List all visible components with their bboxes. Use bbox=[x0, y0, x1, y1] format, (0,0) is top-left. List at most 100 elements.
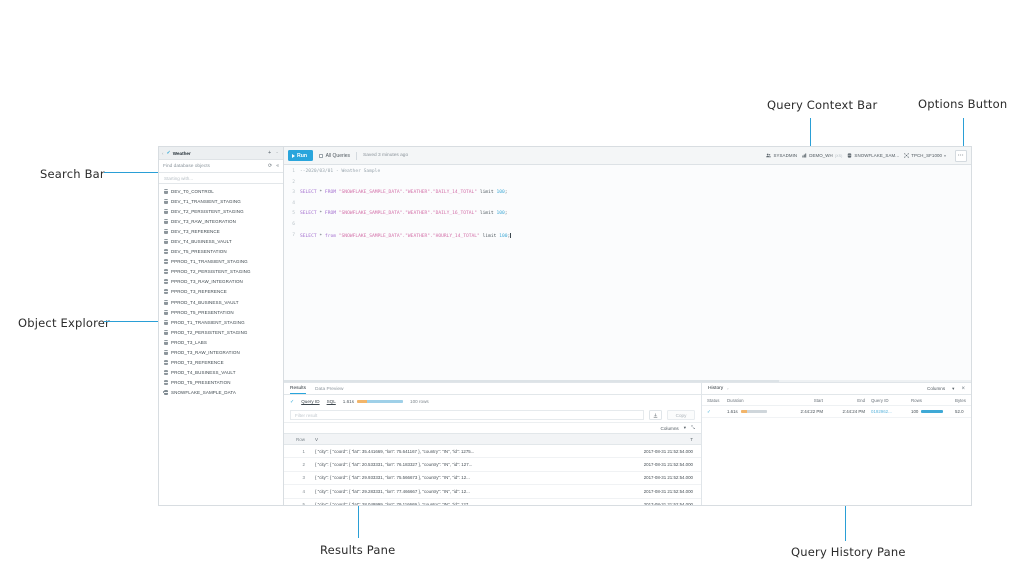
results-table-body[interactable]: 1{ "city": { "coord": { "lat": 35.441669… bbox=[284, 445, 701, 505]
left-panel: ‹ ✓ Weather + · Find database objects ⟳ … bbox=[158, 146, 284, 506]
sql-line[interactable]: 5SELECT * FROM "SNOWFLAKE_SAMPLE_DATA"."… bbox=[284, 211, 971, 222]
object-explorer-item[interactable]: DEV_T2_PERSISTENT_STAGING bbox=[159, 206, 283, 216]
sql-line[interactable]: 2 bbox=[284, 180, 971, 191]
sql-code-block[interactable]: 1--2020/03/01 - Weather Sample23SELECT *… bbox=[284, 165, 971, 243]
database-icon bbox=[164, 229, 168, 234]
sql-line-text: SELECT * FROM "SNOWFLAKE_SAMPLE_DATA"."W… bbox=[300, 211, 508, 216]
object-explorer-item[interactable]: PPROD_T1_TRANSIENT_STAGING bbox=[159, 257, 283, 267]
results-tabs[interactable]: Results Data Preview bbox=[284, 383, 701, 395]
object-explorer-item[interactable]: PROD_T5_PRESENTATION bbox=[159, 378, 283, 388]
worksheet-menu-icon[interactable]: · bbox=[276, 150, 278, 156]
sql-line[interactable]: 6 bbox=[284, 222, 971, 233]
object-explorer-item-label: DEV_T3_RAW_INTEGRATION bbox=[171, 219, 236, 224]
object-explorer-item[interactable]: DEV_T5_PRESENTATION bbox=[159, 247, 283, 257]
object-explorer-item[interactable]: PPROD_T2_PERSISTENT_STAGING bbox=[159, 267, 283, 277]
filter-result-input[interactable]: Filter result bbox=[290, 410, 644, 420]
scrollbar-thumb[interactable] bbox=[284, 380, 779, 383]
object-explorer-item[interactable]: PROD_T2_PERSISTENT_STAGING bbox=[159, 327, 283, 337]
close-icon[interactable]: × bbox=[961, 386, 965, 392]
table-row[interactable]: 5{ "city": { "coord": { "lat": 28.049999… bbox=[284, 499, 701, 505]
history-duration-bar bbox=[741, 410, 767, 413]
object-explorer-item[interactable]: DEV_T3_RAW_INTEGRATION bbox=[159, 216, 283, 226]
results-columns-label[interactable]: Columns bbox=[661, 426, 679, 431]
table-row[interactable]: 3{ "city": { "coord": { "lat": 29.933331… bbox=[284, 472, 701, 485]
download-button[interactable] bbox=[649, 410, 662, 420]
sql-link[interactable]: SQL bbox=[327, 399, 336, 404]
cell-t: 2017-08-31 21:52:54.000 bbox=[581, 502, 701, 505]
object-explorer-item-label: PPROD_T1_TRANSIENT_STAGING bbox=[171, 259, 248, 264]
object-explorer-item[interactable]: PPROD_T5_PRESENTATION bbox=[159, 307, 283, 317]
history-query-id[interactable]: 0192962... bbox=[871, 409, 911, 414]
object-explorer-item[interactable]: PROD_T4_BUSINESS_VAULT bbox=[159, 368, 283, 378]
worksheet-tab-weather[interactable]: ✓ Weather bbox=[167, 150, 191, 156]
context-schema[interactable]: TPCH_SF1000 ▾ bbox=[904, 153, 946, 158]
sql-line[interactable]: 1--2020/03/01 - Weather Sample bbox=[284, 169, 971, 180]
context-warehouse-size: (XS) bbox=[835, 154, 843, 158]
sql-line[interactable]: 3SELECT * FROM "SNOWFLAKE_SAMPLE_DATA"."… bbox=[284, 190, 971, 201]
object-explorer-item[interactable]: PPROD_T3_RAW_INTEGRATION bbox=[159, 277, 283, 287]
context-role[interactable]: SYSADMIN bbox=[766, 153, 797, 158]
results-table[interactable]: Row V T 1{ "city": { "coord": { "lat": 3… bbox=[284, 434, 701, 505]
object-explorer-item[interactable]: DEV_T1_TRANSIENT_STAGING bbox=[159, 196, 283, 206]
object-explorer-item[interactable]: DEV_T3_REFERENCE bbox=[159, 226, 283, 236]
object-explorer-item-label: DEV_T4_BUSINESS_VAULT bbox=[171, 239, 232, 244]
chevron-right-icon[interactable]: › bbox=[727, 387, 728, 391]
history-row[interactable]: ✓1.61s2:44:22 PM2:44:24 PM0192962...1005… bbox=[702, 406, 971, 418]
expand-icon[interactable]: ⤡ bbox=[691, 425, 695, 431]
table-row[interactable]: 2{ "city": { "coord": { "lat": 20.533331… bbox=[284, 458, 701, 471]
results-tab[interactable]: Data Preview bbox=[315, 387, 344, 394]
object-explorer-item[interactable]: SNOWFLAKE_SAMPLE_DATA bbox=[159, 388, 283, 398]
object-explorer-item[interactable]: PPROD_T3_REFERENCE bbox=[159, 287, 283, 297]
shared-database-icon bbox=[164, 390, 168, 395]
object-explorer-item-label: DEV_T5_PRESENTATION bbox=[171, 249, 227, 254]
worksheet-back-arrow-icon[interactable]: ‹ bbox=[162, 151, 164, 156]
search-input[interactable]: Find database objects bbox=[163, 164, 210, 169]
history-bytes: 52.0 bbox=[955, 409, 966, 414]
history-duration-label: 1.61s bbox=[727, 409, 738, 414]
copy-button[interactable]: Copy bbox=[667, 410, 695, 420]
starts-with-input[interactable]: Starting with... bbox=[159, 173, 283, 184]
context-schema-label: TPCH_SF1000 bbox=[911, 153, 942, 158]
sql-line[interactable]: 4 bbox=[284, 201, 971, 212]
chevron-down-icon[interactable]: ▾ bbox=[944, 154, 946, 158]
options-button[interactable]: ⋯ bbox=[955, 150, 967, 162]
object-explorer-item[interactable]: PROD_T3_LABS bbox=[159, 337, 283, 347]
object-explorer-item[interactable]: PROD_T1_TRANSIENT_STAGING bbox=[159, 317, 283, 327]
role-icon bbox=[766, 153, 771, 158]
history-columns-label[interactable]: Columns bbox=[927, 386, 945, 391]
history-duration: 1.61s bbox=[727, 409, 781, 414]
context-warehouse[interactable]: DEMO_WH (XS) bbox=[802, 153, 842, 158]
run-button[interactable]: Run bbox=[288, 150, 313, 161]
worksheet-toolbar: Run All Queries Saved 3 minutes ago SYSA… bbox=[284, 147, 971, 165]
cell-row: 4 bbox=[284, 489, 310, 494]
table-row[interactable]: 4{ "city": { "coord": { "lat": 29.283331… bbox=[284, 485, 701, 498]
refresh-icon[interactable]: ⟳ bbox=[268, 163, 272, 169]
sql-editor[interactable]: 1--2020/03/01 - Weather Sample23SELECT *… bbox=[284, 165, 971, 383]
search-bar[interactable]: Find database objects ⟳ « bbox=[159, 160, 283, 173]
chevron-down-icon[interactable]: ▾ bbox=[684, 425, 686, 431]
editor-horizontal-scrollbar[interactable] bbox=[284, 380, 971, 383]
run-button-label: Run bbox=[297, 153, 307, 159]
object-explorer-item[interactable]: PROD_T3_RAW_INTEGRATION bbox=[159, 348, 283, 358]
history-table-body[interactable]: ✓1.61s2:44:22 PM2:44:24 PM0192962...1005… bbox=[702, 406, 971, 418]
cell-row: 2 bbox=[284, 462, 310, 467]
object-explorer-item[interactable]: PPROD_T4_BUSINESS_VAULT bbox=[159, 297, 283, 307]
warehouse-icon bbox=[802, 153, 807, 158]
sql-line[interactable]: 7SELECT * from "SNOWFLAKE_SAMPLE_DATA"."… bbox=[284, 233, 971, 244]
object-explorer-list[interactable]: DEV_T0_CONTROLDEV_T1_TRANSIENT_STAGINGDE… bbox=[159, 184, 283, 505]
object-explorer-item[interactable]: DEV_T0_CONTROL bbox=[159, 186, 283, 196]
query-id-link[interactable]: Query ID bbox=[301, 399, 319, 404]
chevron-down-icon[interactable]: ▾ bbox=[952, 386, 954, 392]
object-explorer-item-label: PPROD_T4_BUSINESS_VAULT bbox=[171, 300, 239, 305]
cell-v: { "city": { "coord": { "lat": 35.441669,… bbox=[310, 449, 581, 454]
object-explorer-item-label: PROD_T4_BUSINESS_VAULT bbox=[171, 370, 236, 375]
add-worksheet-icon[interactable]: + bbox=[268, 150, 271, 156]
collapse-icon[interactable]: « bbox=[276, 163, 279, 169]
table-row[interactable]: 1{ "city": { "coord": { "lat": 35.441669… bbox=[284, 445, 701, 458]
results-tab[interactable]: Results bbox=[290, 386, 306, 394]
object-explorer-item[interactable]: PROD_T3_REFERENCE bbox=[159, 358, 283, 368]
all-queries-checkbox[interactable]: All Queries bbox=[319, 153, 350, 159]
context-database[interactable]: SNOWFLAKE_SAM... bbox=[847, 153, 899, 158]
object-explorer-item[interactable]: DEV_T4_BUSINESS_VAULT bbox=[159, 236, 283, 246]
database-icon bbox=[164, 249, 168, 254]
